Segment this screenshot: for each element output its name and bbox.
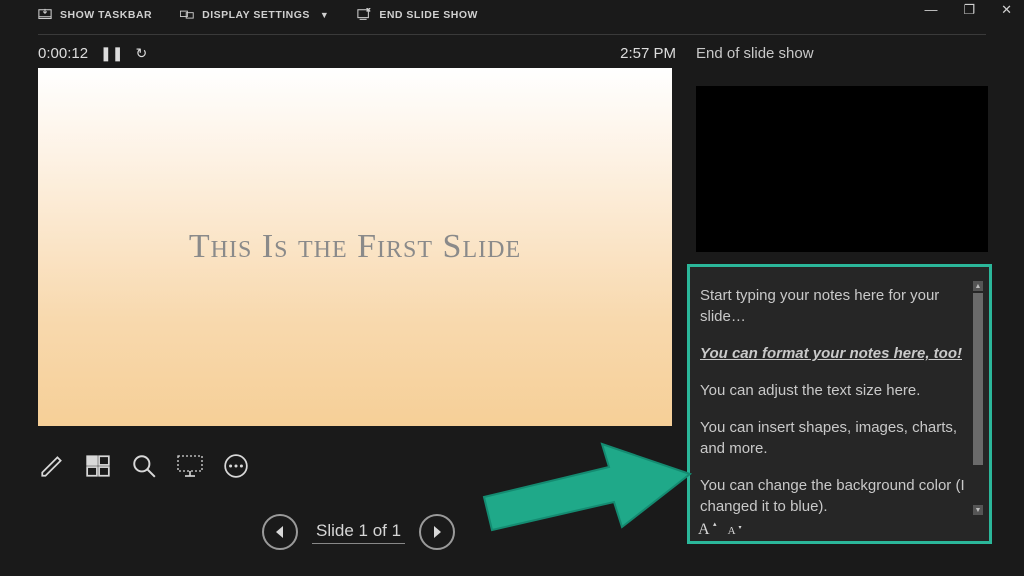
notes-scrollbar[interactable]: ▲ ▼: [973, 281, 983, 515]
more-options-button[interactable]: [222, 452, 250, 480]
pause-button[interactable]: ❚❚: [100, 45, 123, 62]
taskbar-icon: [38, 8, 52, 22]
notes-content[interactable]: Start typing your notes here for your sl…: [694, 271, 985, 521]
end-show-icon: [357, 8, 371, 22]
scroll-down-icon[interactable]: ▼: [973, 505, 983, 515]
end-slide-show-button[interactable]: END SLIDE SHOW: [357, 8, 478, 22]
end-slide-show-label: END SLIDE SHOW: [379, 9, 478, 21]
slide-indicator[interactable]: Slide 1 of 1: [312, 521, 405, 544]
notes-panel: Start typing your notes here for your sl…: [687, 264, 992, 544]
see-all-slides-button[interactable]: [84, 452, 112, 480]
previous-slide-button[interactable]: [262, 514, 298, 550]
show-taskbar-button[interactable]: SHOW TASKBAR: [38, 8, 152, 22]
close-button[interactable]: ✕: [997, 2, 1016, 18]
notes-line: You can insert shapes, images, charts, a…: [700, 417, 967, 459]
notes-line: You can change the background color (I c…: [700, 475, 967, 517]
minimize-button[interactable]: —: [920, 2, 941, 18]
current-slide[interactable]: This Is the First Slide: [38, 68, 672, 426]
decrease-font-button[interactable]: A: [728, 525, 736, 543]
restart-timer-button[interactable]: ↻: [136, 45, 148, 62]
clock-time: 2:57 PM: [620, 45, 676, 62]
display-settings-label: DISPLAY SETTINGS: [202, 9, 310, 21]
notes-line: You can adjust the text size here.: [700, 380, 967, 401]
timer-elapsed: 0:00:12: [38, 45, 88, 62]
scroll-up-icon[interactable]: ▲: [973, 281, 983, 291]
next-slide-label: End of slide show: [696, 45, 814, 62]
pen-tool-button[interactable]: [38, 452, 66, 480]
notes-line-formatted: You can format your notes here, too!: [700, 343, 967, 364]
scroll-thumb[interactable]: [973, 293, 983, 465]
restore-button[interactable]: ❐: [959, 2, 979, 18]
display-settings-button[interactable]: DISPLAY SETTINGS ▼: [180, 8, 329, 22]
displays-icon: [180, 8, 194, 22]
notes-line: Start typing your notes here for your sl…: [700, 285, 967, 327]
increase-font-button[interactable]: A: [698, 521, 710, 539]
black-screen-button[interactable]: [176, 452, 204, 480]
zoom-button[interactable]: [130, 452, 158, 480]
show-taskbar-label: SHOW TASKBAR: [60, 9, 152, 21]
slide-title: This Is the First Slide: [189, 228, 521, 266]
next-slide-button[interactable]: [419, 514, 455, 550]
chevron-down-icon: ▼: [320, 10, 329, 20]
annotation-arrow-icon: [474, 432, 694, 532]
next-slide-preview[interactable]: [696, 86, 988, 252]
